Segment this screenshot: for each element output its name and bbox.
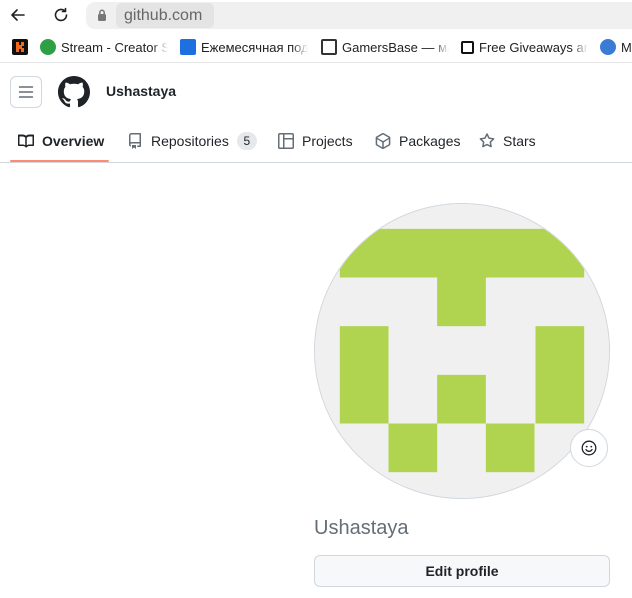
lock-icon (98, 9, 106, 21)
bookmark-item[interactable]: Stream - Creator S (40, 38, 168, 56)
tab-label: Projects (302, 133, 353, 149)
vk-favicon (180, 39, 196, 55)
arrow-left-icon (11, 9, 25, 21)
repo-icon (129, 133, 141, 149)
giveaways-favicon (461, 40, 474, 54)
avatar[interactable] (314, 203, 610, 499)
package-icon (375, 133, 391, 149)
back-button[interactable] (5, 3, 31, 27)
set-status-button[interactable] (570, 429, 608, 467)
header-username[interactable]: Ushastaya (106, 83, 176, 99)
book-icon (18, 134, 34, 148)
bookmark-label: Free Giveaways ar (479, 39, 589, 55)
bookmark-kick[interactable] (12, 38, 36, 56)
repo-count-badge: 5 (236, 132, 257, 150)
github-logo-icon[interactable] (58, 76, 90, 108)
reload-icon (54, 7, 68, 22)
bookmark-item[interactable]: GamersBase — ма (321, 38, 449, 56)
bookmark-item[interactable]: Ежемесячная под (180, 38, 308, 56)
tab-packages[interactable]: Packages (375, 120, 460, 162)
tab-label: Packages (399, 133, 461, 149)
reload-button[interactable] (48, 3, 74, 27)
m-favicon (600, 39, 616, 55)
browser-toolbar: github.com (0, 0, 632, 31)
github-header: Ushastaya (0, 62, 632, 120)
profile-tabs: Overview Repositories 5 Projects Package… (0, 120, 632, 163)
url-text[interactable]: github.com (116, 3, 214, 28)
tab-label: Stars (503, 133, 536, 149)
bookmark-label: Ежемесячная под (201, 39, 308, 55)
table-icon (278, 133, 294, 149)
tab-projects[interactable]: Projects (278, 120, 353, 162)
edit-profile-button[interactable]: Edit profile (314, 555, 610, 587)
star-icon (479, 133, 495, 148)
stream-favicon (40, 39, 56, 55)
tab-label: Overview (42, 133, 105, 149)
menu-button[interactable] (10, 76, 42, 108)
bookmark-label: Stream - Creator S (61, 39, 168, 55)
gamersbase-favicon (321, 39, 337, 55)
bookmark-label: GamersBase — ма (342, 39, 449, 55)
identicon-image (315, 204, 609, 498)
profile-display-name: Ushastaya (314, 517, 409, 539)
active-tab-indicator (10, 160, 109, 162)
tab-stars[interactable]: Stars (479, 120, 536, 162)
kick-favicon (12, 39, 28, 55)
bookmark-label: M (621, 39, 632, 55)
bookmark-item[interactable]: M (600, 38, 632, 56)
hamburger-icon (18, 86, 34, 98)
tab-overview[interactable]: Overview (18, 120, 104, 162)
bookmark-item[interactable]: Free Giveaways ar (461, 38, 589, 56)
tab-label: Repositories (151, 133, 229, 149)
smiley-icon (581, 440, 597, 456)
bookmarks-bar: Stream - Creator S Ежемесячная под Gamer… (0, 33, 632, 61)
tab-repositories[interactable]: Repositories 5 (127, 120, 257, 162)
